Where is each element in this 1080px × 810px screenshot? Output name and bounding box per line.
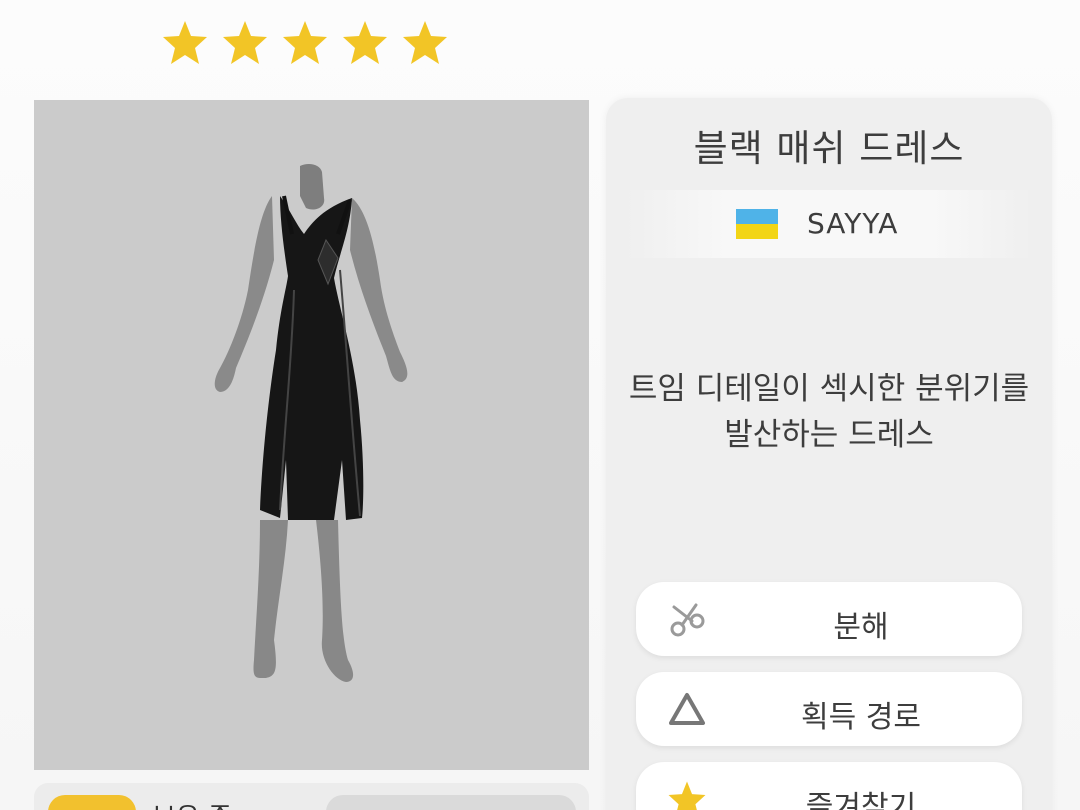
star-icon (283, 21, 327, 64)
item-info-panel: 블랙 매쉬 드레스 SAYYA 트임 디테일이 섹시한 분위기를 발산하는 드레… (606, 98, 1052, 810)
item-description: 트임 디테일이 섹시한 분위기를 발산하는 드레스 (616, 366, 1042, 458)
source-button[interactable]: 획득 경로 (636, 672, 1022, 746)
description-line-1: 트임 디테일이 섹시한 분위기를 (628, 371, 1030, 407)
ownership-bar: 보유 중 (34, 783, 589, 810)
item-preview[interactable] (34, 100, 589, 770)
star-icon (343, 21, 387, 64)
dismantle-button[interactable]: 분해 (636, 582, 1022, 656)
item-detail-screen: 보유 중 블랙 매쉬 드레스 SAYYA 트임 디테일이 섹시한 분위기를 발산… (0, 0, 1080, 810)
brand-name: SAYYA (807, 207, 899, 240)
dress-mannequin-image (214, 164, 408, 682)
dismantle-label: 분해 (833, 610, 889, 645)
star-icon (163, 21, 207, 64)
bottom-pill[interactable] (326, 795, 576, 810)
brand-row: SAYYA (626, 190, 1032, 258)
favorite-label: 즐겨찾기 (805, 790, 917, 810)
star-icon (223, 21, 267, 64)
description-line-2: 발산하는 드레스 (724, 417, 934, 453)
flag-icon (736, 209, 778, 239)
owned-label: 보유 중 (152, 797, 232, 810)
source-label: 획득 경로 (801, 700, 921, 735)
rarity-stars (160, 18, 450, 68)
favorite-button[interactable]: 즐겨찾기 (636, 762, 1022, 810)
owned-badge (48, 795, 136, 810)
item-name: 블랙 매쉬 드레스 (693, 127, 965, 170)
star-icon (403, 21, 447, 64)
